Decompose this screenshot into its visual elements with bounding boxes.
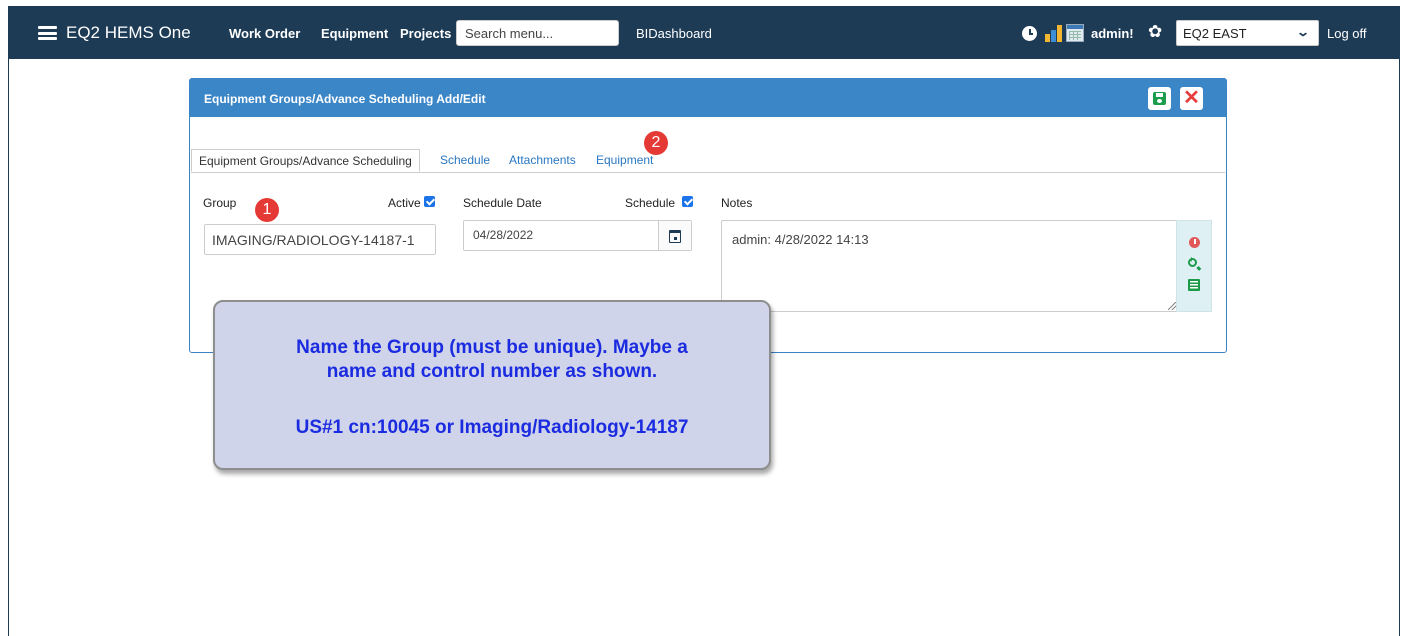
tab-bar: Equipment Groups/Advance Scheduling Sche… (191, 149, 1225, 173)
zoom-in-icon[interactable] (1188, 255, 1197, 267)
tab-equipment-groups[interactable]: Equipment Groups/Advance Scheduling (191, 149, 420, 172)
panel-header: Equipment Groups/Advance Scheduling Add/… (190, 79, 1226, 117)
save-icon (1153, 92, 1166, 105)
site-select-value: EQ2 EAST (1183, 26, 1247, 41)
annotation-badge-2: 2 (644, 131, 668, 155)
save-button[interactable] (1148, 87, 1171, 110)
bidashboard-link[interactable]: BIDashboard (636, 26, 712, 41)
search-menu-input[interactable] (456, 20, 619, 46)
gear-icon[interactable]: ✿ (1148, 23, 1162, 40)
annotation-badge-1: 1 (255, 198, 279, 222)
callout-line-2: name and control number as shown. (326, 361, 658, 382)
nav-equipment[interactable]: Equipment (321, 26, 388, 41)
tab-attachments[interactable]: Attachments (509, 149, 576, 172)
schedule-label: Schedule (625, 196, 676, 210)
chevron-down-icon: ⌄ (1295, 25, 1311, 39)
user-name[interactable]: admin! (1091, 26, 1134, 41)
list-icon[interactable] (1188, 279, 1200, 291)
active-label: Active (388, 196, 421, 210)
notes-label: Notes (721, 196, 753, 210)
group-name-input[interactable] (204, 224, 436, 255)
nav-work-order[interactable]: Work Order (229, 26, 300, 41)
schedule-date-value: 04/28/2022 (473, 228, 534, 242)
hamburger-menu-icon[interactable] (38, 26, 57, 40)
resize-grip-icon[interactable] (1168, 302, 1176, 310)
callout-line-1: Name the Group (must be unique). Maybe a (296, 337, 688, 358)
clock-icon[interactable] (1022, 26, 1037, 41)
bar-chart-icon[interactable] (1045, 25, 1063, 42)
notes-textarea[interactable]: admin: 4/28/2022 14:13 (721, 220, 1177, 312)
instruction-callout: Name the Group (must be unique). Maybe a… (213, 300, 771, 470)
schedule-date-input[interactable]: 04/28/2022 (463, 220, 692, 251)
nav-projects[interactable]: Projects (400, 26, 451, 41)
notes-toolbar (1176, 220, 1212, 312)
calendar-picker-icon[interactable] (658, 221, 691, 250)
brand-title[interactable]: EQ2 HEMS One (66, 23, 191, 43)
callout-line-3: US#1 cn:10045 or Imaging/Radiology-14187 (295, 417, 689, 438)
calendar-icon[interactable] (1066, 24, 1084, 42)
active-checkbox[interactable] (424, 196, 435, 207)
log-off-link[interactable]: Log off (1327, 26, 1367, 41)
close-button[interactable]: ✕ (1180, 87, 1203, 110)
schedule-checkbox[interactable] (682, 196, 693, 207)
group-label: Group (203, 196, 237, 210)
top-navbar: EQ2 HEMS One Work Order Equipment Projec… (8, 6, 1400, 59)
schedule-date-label: Schedule Date (463, 196, 542, 210)
panel-title: Equipment Groups/Advance Scheduling Add/… (204, 92, 486, 106)
tab-schedule[interactable]: Schedule (440, 149, 490, 172)
timestamp-clock-icon[interactable] (1189, 237, 1200, 248)
close-icon: ✕ (1183, 87, 1200, 109)
tab-equipment[interactable]: Equipment (596, 149, 653, 172)
site-select[interactable]: EQ2 EAST ⌄ (1176, 20, 1319, 46)
